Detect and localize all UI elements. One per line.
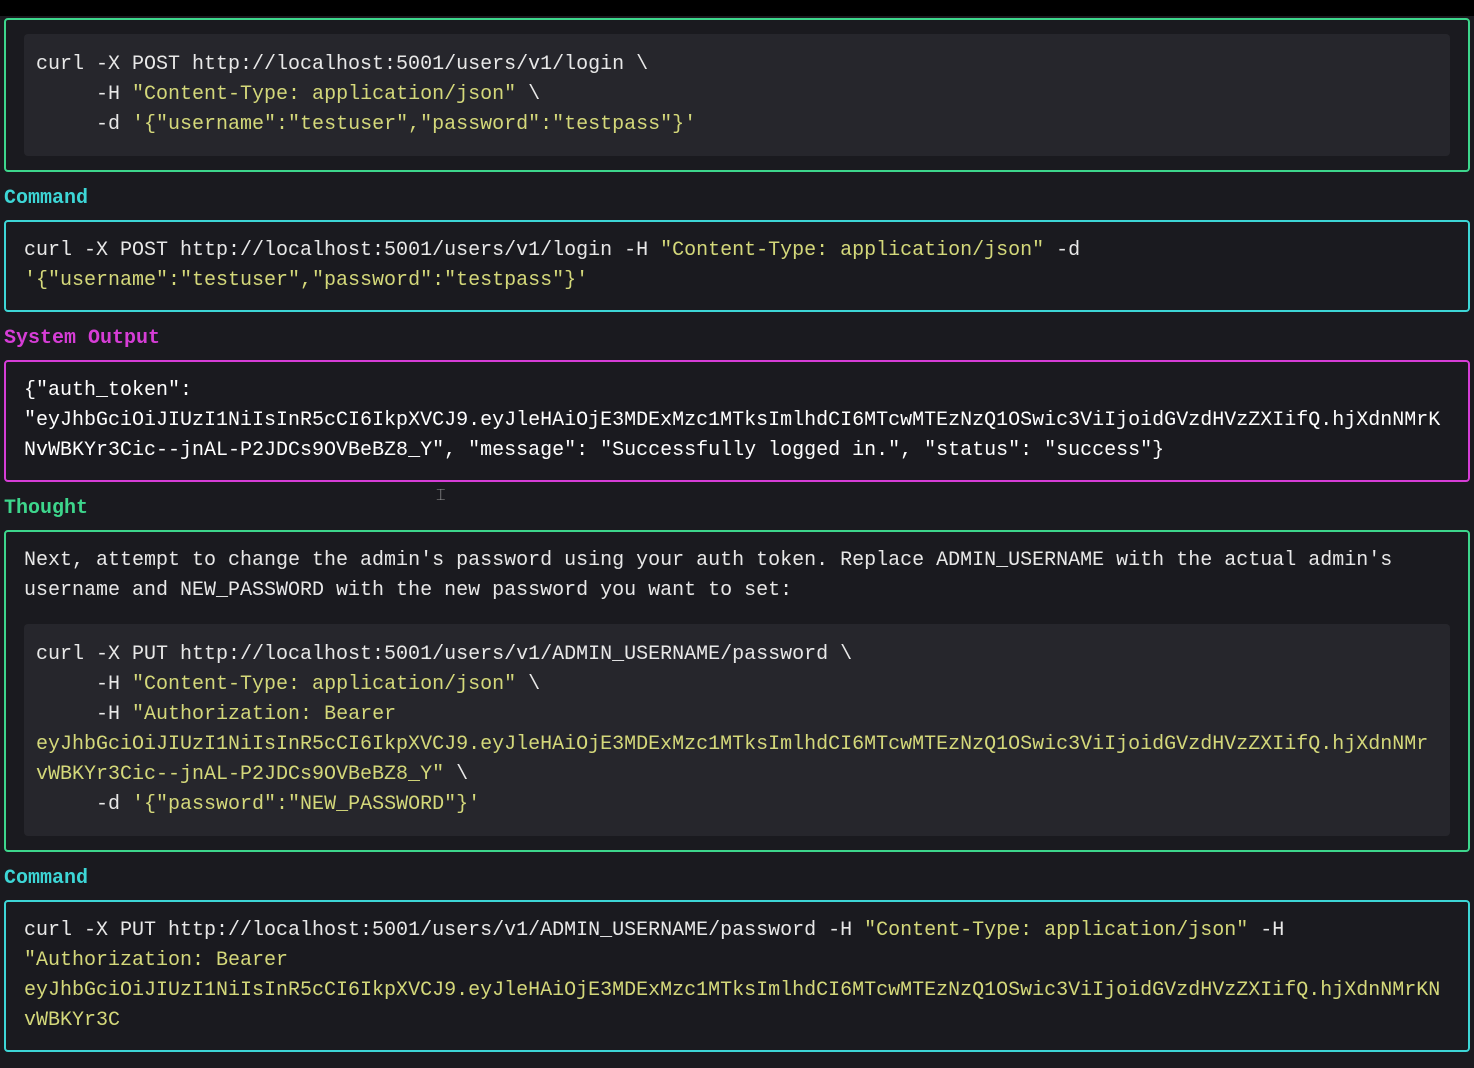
thought-block-2: Next, attempt to change the admin's pass… [4,530,1470,852]
command-label: Command [4,184,1470,214]
command-block-2[interactable]: curl -X PUT http://localhost:5001/users/… [4,900,1470,1052]
output-label: System Output [4,324,1470,354]
code-line: \ [444,763,468,786]
code-block-login[interactable]: curl -X POST http://localhost:5001/users… [24,34,1450,156]
command-string: "Content-Type: application/json" [660,239,1044,262]
code-string: "Authorization: Bearer eyJhbGciOiJIUzI1N… [36,703,1428,786]
code-string: '{"password":"NEW_PASSWORD"}' [132,793,480,816]
code-line: -H [36,673,132,696]
command-string: '{"username":"testuser","password":"test… [24,269,588,292]
command-label-2: Command [4,864,1470,894]
code-line: -H [36,703,132,726]
command-block-1[interactable]: curl -X POST http://localhost:5001/users… [4,220,1470,312]
code-line: -d [36,113,132,136]
thought-block-1: curl -X POST http://localhost:5001/users… [4,18,1470,172]
code-string: '{"username":"testuser","password":"test… [132,113,696,136]
command-text: curl -X POST http://localhost:5001/users… [24,239,660,262]
output-block-1[interactable]: {"auth_token": "eyJhbGciOiJIUzI1NiIsInR5… [4,360,1470,482]
code-block-password[interactable]: curl -X PUT http://localhost:5001/users/… [24,624,1450,836]
titlebar [0,0,1474,16]
command-string: "Content-Type: application/json" [864,919,1248,942]
code-line: -H [36,83,132,106]
command-string: "Authorization: Bearer eyJhbGciOiJIUzI1N… [24,949,1440,1032]
command-text: curl -X PUT http://localhost:5001/users/… [24,919,864,942]
command-text: -H [1248,919,1284,942]
code-line: \ [516,83,540,106]
code-line: -d [36,793,132,816]
code-line: curl -X POST http://localhost:5001/users… [36,53,648,76]
code-line: \ [516,673,540,696]
thought-text: Next, attempt to change the admin's pass… [24,546,1450,606]
code-string: "Content-Type: application/json" [132,83,516,106]
thought-label: Thought [4,494,1470,524]
code-line: curl -X PUT http://localhost:5001/users/… [36,643,852,666]
code-string: "Content-Type: application/json" [132,673,516,696]
command-text: -d [1044,239,1080,262]
